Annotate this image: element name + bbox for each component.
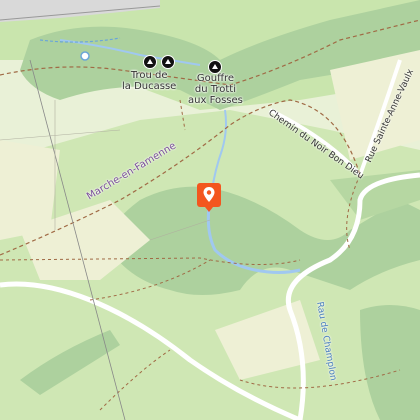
place-label-trou-de-la-ducasse: Trou de la Ducasse: [122, 70, 176, 92]
place-label-gouffre: Gouffre du Trotti aux Fosses: [188, 73, 243, 106]
location-pin-icon: [203, 187, 215, 202]
location-marker[interactable]: [197, 183, 221, 212]
cave-icon[interactable]: [161, 55, 175, 69]
place-label-line: du Trotti: [194, 84, 236, 95]
map-canvas[interactable]: Trou de la Ducasse Gouffre du Trotti aux…: [0, 0, 420, 420]
place-label-line: Trou de: [130, 70, 168, 81]
place-label-line: la Ducasse: [122, 81, 177, 92]
cave-icon[interactable]: [208, 60, 222, 74]
cave-icon[interactable]: [143, 55, 157, 69]
place-label-line: aux Fosses: [188, 95, 243, 106]
place-label-line: Gouffre: [196, 73, 234, 84]
